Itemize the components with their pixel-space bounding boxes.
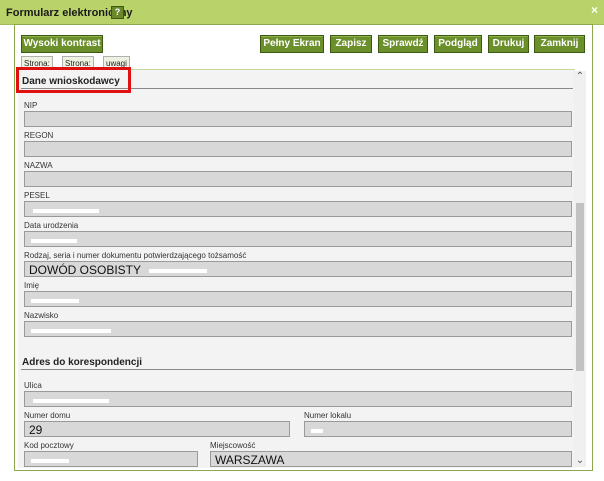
close-button[interactable]: Zamknij <box>534 35 585 53</box>
redaction-mask <box>311 428 323 433</box>
nip-label: NIP <box>24 101 38 110</box>
first-name-field[interactable] <box>24 291 572 307</box>
birth-date-label: Data urodzenia <box>24 221 79 230</box>
apartment-number-label: Numer lokalu <box>304 411 352 420</box>
nip-field[interactable] <box>24 111 572 127</box>
postal-code-label: Kod pocztowy <box>24 441 74 450</box>
postal-code-field[interactable] <box>24 451 198 467</box>
high-contrast-button[interactable]: Wysoki kontrast <box>21 35 103 53</box>
redaction-mask <box>33 398 109 403</box>
house-number-label: Numer domu <box>24 411 71 420</box>
apartment-number-field[interactable] <box>304 421 572 437</box>
section-divider <box>21 369 573 370</box>
nazwa-label: NAZWA <box>24 161 53 170</box>
preview-button[interactable]: Podgląd <box>434 35 482 53</box>
check-button[interactable]: Sprawdź <box>378 35 428 53</box>
redaction-mask <box>31 328 111 333</box>
redaction-mask <box>31 238 77 243</box>
highlight-box <box>16 67 131 93</box>
redaction-mask <box>149 268 208 273</box>
city-value: WARSZAWA <box>215 453 285 467</box>
street-field[interactable] <box>24 391 572 407</box>
document-label: Rodzaj, seria i numer dokumentu potwierd… <box>24 251 247 260</box>
nazwa-field[interactable] <box>24 171 572 187</box>
redaction-mask <box>33 208 99 213</box>
chevron-down-icon[interactable]: ⌄ <box>574 455 586 467</box>
birth-date-field[interactable] <box>24 231 572 247</box>
redaction-mask <box>31 458 69 463</box>
fullscreen-button[interactable]: Pełny Ekran <box>260 35 324 53</box>
city-field[interactable]: WARSZAWA <box>210 451 572 467</box>
print-button[interactable]: Drukuj <box>488 35 529 53</box>
pesel-label: PESEL <box>24 191 50 200</box>
window-titlebar: Formularz elektroniczny ? × <box>0 0 604 25</box>
redaction-mask <box>31 298 79 303</box>
pesel-field[interactable] <box>24 201 572 217</box>
document-field[interactable]: DOWÓD OSOBISTY <box>24 261 572 277</box>
street-label: Ulica <box>24 381 42 390</box>
regon-label: REGON <box>24 131 54 140</box>
city-label: Miejscowość <box>210 441 256 450</box>
save-button[interactable]: Zapisz <box>330 35 372 53</box>
vertical-scrollbar[interactable]: ⌃ ⌄ <box>574 71 586 467</box>
document-value: DOWÓD OSOBISTY <box>29 263 142 277</box>
last-name-label: Nazwisko <box>24 311 59 320</box>
first-name-label: Imię <box>24 281 40 290</box>
regon-field[interactable] <box>24 141 572 157</box>
close-icon[interactable]: × <box>591 3 598 17</box>
house-number-value: 29 <box>29 423 43 437</box>
scroll-thumb[interactable] <box>576 203 584 371</box>
form-content: Dane wnioskodawcy NIP REGON NAZWA PESEL … <box>18 69 575 468</box>
house-number-field[interactable]: 29 <box>24 421 290 437</box>
last-name-field[interactable] <box>24 321 572 337</box>
section-address-title: Adres do korespondencji <box>22 357 143 368</box>
help-icon[interactable]: ? <box>111 6 124 19</box>
chevron-up-icon[interactable]: ⌃ <box>574 71 586 83</box>
